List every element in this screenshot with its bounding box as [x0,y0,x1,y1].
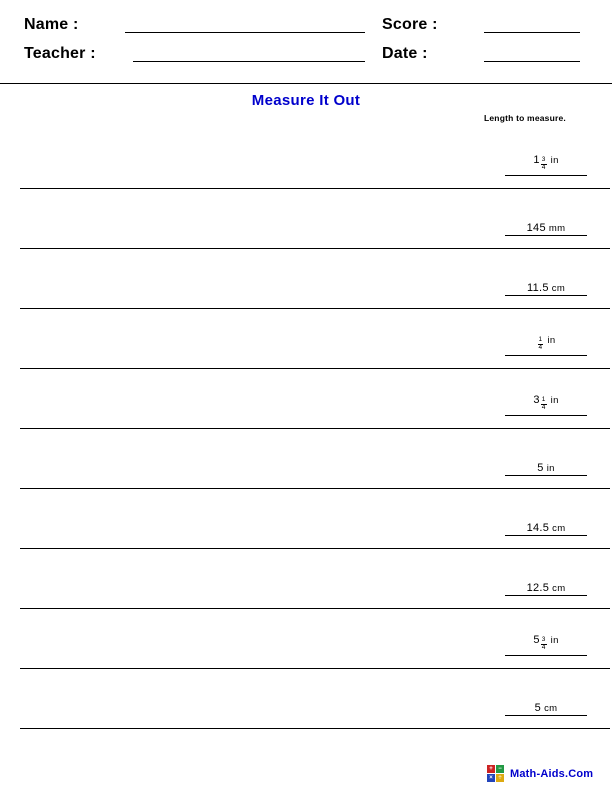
measurement-value: 1 4 in [537,335,556,354]
row-separator-line [20,308,610,309]
measurement-value: 1 3 4 in [533,155,558,174]
measurement-unit: cm [544,703,558,714]
measurement-row: 1 3 4 in [0,130,612,190]
length-to-measure-value: 14.5 cm [505,502,587,536]
page-title: Measure It Out [251,92,361,109]
date-input-rule[interactable] [484,61,580,62]
math-aids-logo-icon: + − × ÷ [487,765,504,782]
row-separator-line [20,608,610,609]
row-separator-line [20,248,610,249]
column-caption: Length to measure. [483,113,566,123]
measurement-unit: in [550,635,559,647]
fraction-numerator: 3 [541,636,546,644]
whole-number: 5 [533,634,540,647]
row-separator-line [20,548,610,549]
name-input-rule[interactable] [125,32,365,33]
row-separator-line [20,188,610,189]
fraction: 14 [537,336,544,352]
measurement-value: 5 in [537,462,555,475]
logo-tile: + [487,765,495,773]
decimal-number: 14.5 [526,522,550,534]
measurement-row: 12.5 cm [0,550,612,610]
footer-branding[interactable]: + − × ÷ Math-Aids.Com [487,765,593,782]
measurement-unit: in [547,335,556,347]
measurement-row: 145 mm [0,190,612,250]
measurement-unit: cm [552,523,566,534]
fraction-numerator: 1 [538,336,543,344]
brand-text: Math-Aids.Com [510,767,594,780]
header-divider [0,83,612,84]
measurement-unit: in [550,155,559,167]
fraction-denominator: 4 [540,164,547,172]
measurement-value: 5 cm [534,702,558,715]
measurement-value: 11.5 cm [526,282,566,295]
logo-tile: − [496,765,504,773]
measurement-unit: in [550,395,559,407]
fraction-numerator: 3 [541,156,546,164]
measurement-value: 3 1 4 in [533,395,558,414]
measurement-value: 5 3 4 in [533,635,558,654]
fraction-numerator: 1 [541,396,546,404]
measurement-value: 145 mm [526,222,566,235]
measurement-row: 5 in [0,430,612,490]
measurement-value: 14.5 cm [526,522,566,535]
measurement-row: 14.5 cm [0,490,612,550]
length-to-measure-value: 11.5 cm [505,262,587,296]
measurement-unit: mm [548,223,566,234]
date-label: Date : [382,45,428,62]
decimal-number: 145 [526,222,546,234]
decimal-number: 5 [534,702,542,714]
fraction-denominator: 4 [540,404,547,412]
fraction-denominator: 4 [537,344,544,352]
row-separator-line [20,728,610,729]
measurement-rows: 1 3 4 in 145 mm 11.5 cm 1 4 in 3 1 4 in 5 in 14.5 cm 12.5 cm… [0,130,612,730]
fraction: 34 [540,636,547,652]
decimal-number: 11.5 [526,282,549,294]
worksheet-header: Name : Teacher : Score : Date : [0,0,612,78]
length-to-measure-value: 5 cm [505,682,587,716]
length-to-measure-value: 5 in [505,442,587,476]
name-label: Name : [24,16,79,33]
measurement-unit: cm [552,583,566,594]
whole-number: 3 [533,394,540,407]
measurement-value: 12.5 cm [526,582,566,595]
row-separator-line [20,368,610,369]
decimal-number: 12.5 [526,582,550,594]
length-to-measure-value: 3 1 4 in [505,382,587,416]
row-separator-line [20,488,610,489]
teacher-label: Teacher : [24,45,96,62]
measurement-unit: in [546,463,555,474]
measurement-row: 1 4 in [0,310,612,370]
length-to-measure-value: 5 3 4 in [505,622,587,656]
fraction: 34 [540,156,547,172]
score-input-rule[interactable] [484,32,580,33]
whole-number: 1 [533,154,540,167]
length-to-measure-value: 145 mm [505,202,587,236]
length-to-measure-value: 12.5 cm [505,562,587,596]
measurement-unit: cm [551,283,566,294]
logo-tile: ÷ [496,774,504,782]
measurement-row: 5 3 4 in [0,610,612,670]
row-separator-line [20,428,610,429]
measurement-row: 3 1 4 in [0,370,612,430]
teacher-input-rule[interactable] [133,61,365,62]
row-separator-line [20,668,610,669]
fraction: 14 [540,396,547,412]
length-to-measure-value: 1 3 4 in [505,142,587,176]
measurement-row: 11.5 cm [0,250,612,310]
decimal-number: 5 [537,462,544,474]
score-label: Score : [382,16,438,33]
measurement-row: 5 cm [0,670,612,730]
logo-tile: × [487,774,495,782]
length-to-measure-value: 1 4 in [505,322,587,356]
fraction-denominator: 4 [540,644,547,652]
